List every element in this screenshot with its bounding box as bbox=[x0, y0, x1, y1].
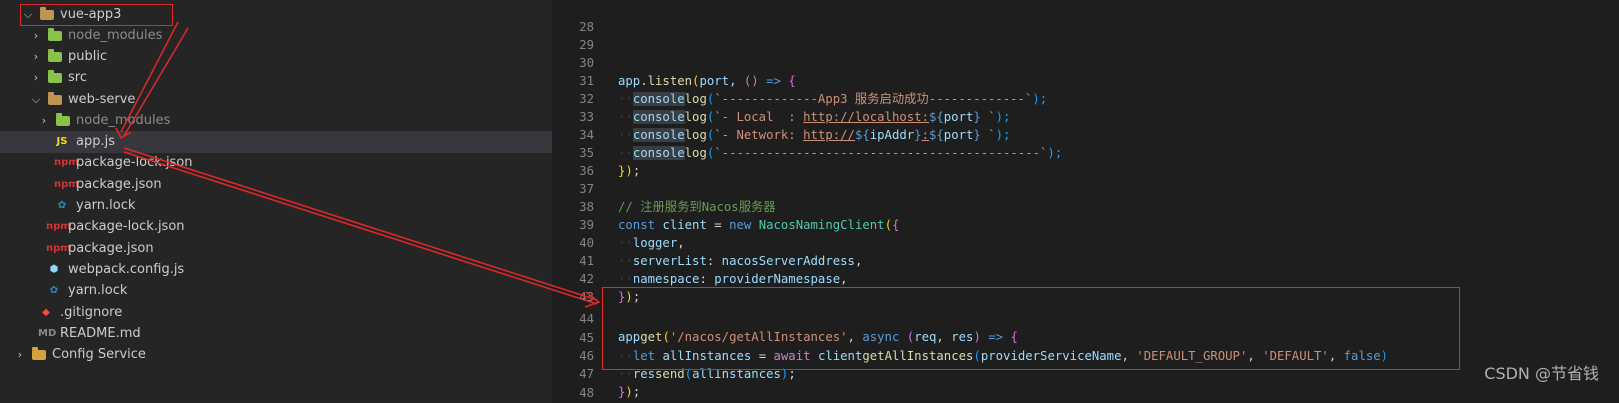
code-line: 39 ··logger, bbox=[552, 198, 1619, 250]
chevron-right-icon[interactable]: › bbox=[38, 110, 50, 132]
tree-item-label: webpack.config.js bbox=[68, 262, 185, 277]
tree-item-label: app.js bbox=[76, 134, 115, 149]
config-folder-icon bbox=[32, 347, 48, 362]
tree-item-package-json[interactable]: npm package.json bbox=[0, 174, 552, 196]
code-line: 32 ··consolelog(`- Local : http://localh… bbox=[552, 72, 1619, 124]
tree-item-src[interactable]: › src bbox=[0, 67, 552, 89]
tree-item-label: node_modules bbox=[76, 113, 171, 128]
code-token: ) bbox=[625, 385, 633, 399]
code-line: 29 bbox=[552, 18, 1619, 52]
webpack-file-icon: ⬢ bbox=[49, 264, 59, 275]
tree-item-label: README.md bbox=[60, 326, 141, 341]
chevron-right-icon[interactable]: › bbox=[30, 25, 42, 47]
code-line: 41 ··namespace: providerNamespase, bbox=[552, 234, 1619, 286]
code-text: }); bbox=[618, 383, 640, 401]
tree-item-node-modules[interactable]: › node_modules bbox=[0, 25, 552, 47]
code-line: 35 }); bbox=[552, 126, 1619, 178]
code-line: 43 bbox=[552, 270, 1619, 304]
yarn-file-icon: ✿ bbox=[49, 285, 59, 296]
code-line: 42 }); bbox=[552, 252, 1619, 304]
tree-item-package-json[interactable]: npm package.json bbox=[0, 238, 552, 260]
tree-item-label: src bbox=[68, 70, 87, 85]
node-folder-icon bbox=[56, 113, 72, 128]
tree-item-package-lock-json[interactable]: npm package-lock.json bbox=[0, 216, 552, 238]
tree-item-yarn-lock[interactable]: ✿ yarn.lock bbox=[0, 280, 552, 302]
tree-item-label: package-lock.json bbox=[76, 155, 193, 170]
src-folder-icon bbox=[48, 70, 64, 85]
code-line: 38 const client = new NacosNamingClient(… bbox=[552, 180, 1619, 232]
annotation-box-project-folder bbox=[20, 4, 173, 26]
tree-item-readme-md[interactable]: MD README.md bbox=[0, 323, 552, 345]
code-token: ; bbox=[632, 385, 641, 399]
code-line: 28 bbox=[552, 0, 1619, 34]
tree-item-label: package-lock.json bbox=[68, 219, 185, 234]
code-line: 30 app.listen(port, () => { bbox=[552, 36, 1619, 88]
code-line: 33 ··consolelog(`- Network: http://${ipA… bbox=[552, 90, 1619, 142]
tree-item-label: node_modules bbox=[68, 28, 163, 43]
chevron-down-icon[interactable]: ⌵ bbox=[30, 89, 42, 111]
code-line: 40 ··serverList: nacosServerAddress, bbox=[552, 216, 1619, 268]
tree-item-label: .gitignore bbox=[60, 305, 123, 320]
tree-item-label: Config Service bbox=[52, 347, 146, 362]
tree-item-label: package.json bbox=[76, 177, 162, 192]
chevron-right-icon[interactable]: › bbox=[30, 67, 42, 89]
npm-file-icon: npm bbox=[46, 221, 71, 232]
folder-open-icon bbox=[48, 92, 64, 107]
annotation-box-route-code bbox=[602, 287, 1460, 370]
npm-file-icon: npm bbox=[54, 157, 79, 168]
public-folder-icon bbox=[48, 49, 64, 64]
npm-file-icon: npm bbox=[54, 179, 79, 190]
tree-item-label: package.json bbox=[68, 241, 154, 256]
tree-item-label: public bbox=[68, 49, 108, 64]
line-number: 48 bbox=[579, 386, 594, 400]
tree-item-webpack-config-js[interactable]: ⬢ webpack.config.js bbox=[0, 259, 552, 281]
code-line: 36 bbox=[552, 144, 1619, 178]
tree-item-app-js[interactable]: JS app.js bbox=[0, 131, 552, 153]
yarn-file-icon: ✿ bbox=[57, 200, 67, 211]
chevron-right-icon[interactable]: › bbox=[14, 344, 26, 366]
git-file-icon: ◆ bbox=[42, 307, 50, 318]
tree-item-label: yarn.lock bbox=[68, 283, 128, 298]
node-folder-icon bbox=[48, 28, 64, 43]
tree-item-package-lock-json[interactable]: npm package-lock.json bbox=[0, 152, 552, 174]
tree-item-web-serve[interactable]: ⌵ web-serve bbox=[0, 89, 552, 111]
tree-item-node-modules[interactable]: › node_modules bbox=[0, 110, 552, 132]
javascript-file-icon: JS bbox=[56, 136, 68, 147]
tree-item-label: yarn.lock bbox=[76, 198, 136, 213]
npm-file-icon: npm bbox=[46, 243, 71, 254]
tree-item-gitignore[interactable]: ◆ .gitignore bbox=[0, 302, 552, 324]
markdown-file-icon: MD bbox=[38, 328, 57, 339]
code-line: 34 ··consolelog(`-----------------------… bbox=[552, 108, 1619, 160]
code-line: 37 // 注册服务到Nacos服务器 bbox=[552, 162, 1619, 214]
chevron-right-icon[interactable]: › bbox=[30, 46, 42, 68]
explorer-panel: ⌵ vue-app3 › node_modules › public › src… bbox=[0, 0, 552, 403]
watermark: CSDN @节省钱 bbox=[1484, 364, 1599, 383]
tree-item-public[interactable]: › public bbox=[0, 46, 552, 68]
tree-item-label: web-serve bbox=[68, 92, 136, 107]
code-line: 31 ··consolelog(`-------------App3 服务启动成… bbox=[552, 54, 1619, 106]
tree-item-yarn-lock[interactable]: ✿ yarn.lock bbox=[0, 195, 552, 217]
tree-item-config-service[interactable]: › Config Service bbox=[0, 344, 552, 366]
